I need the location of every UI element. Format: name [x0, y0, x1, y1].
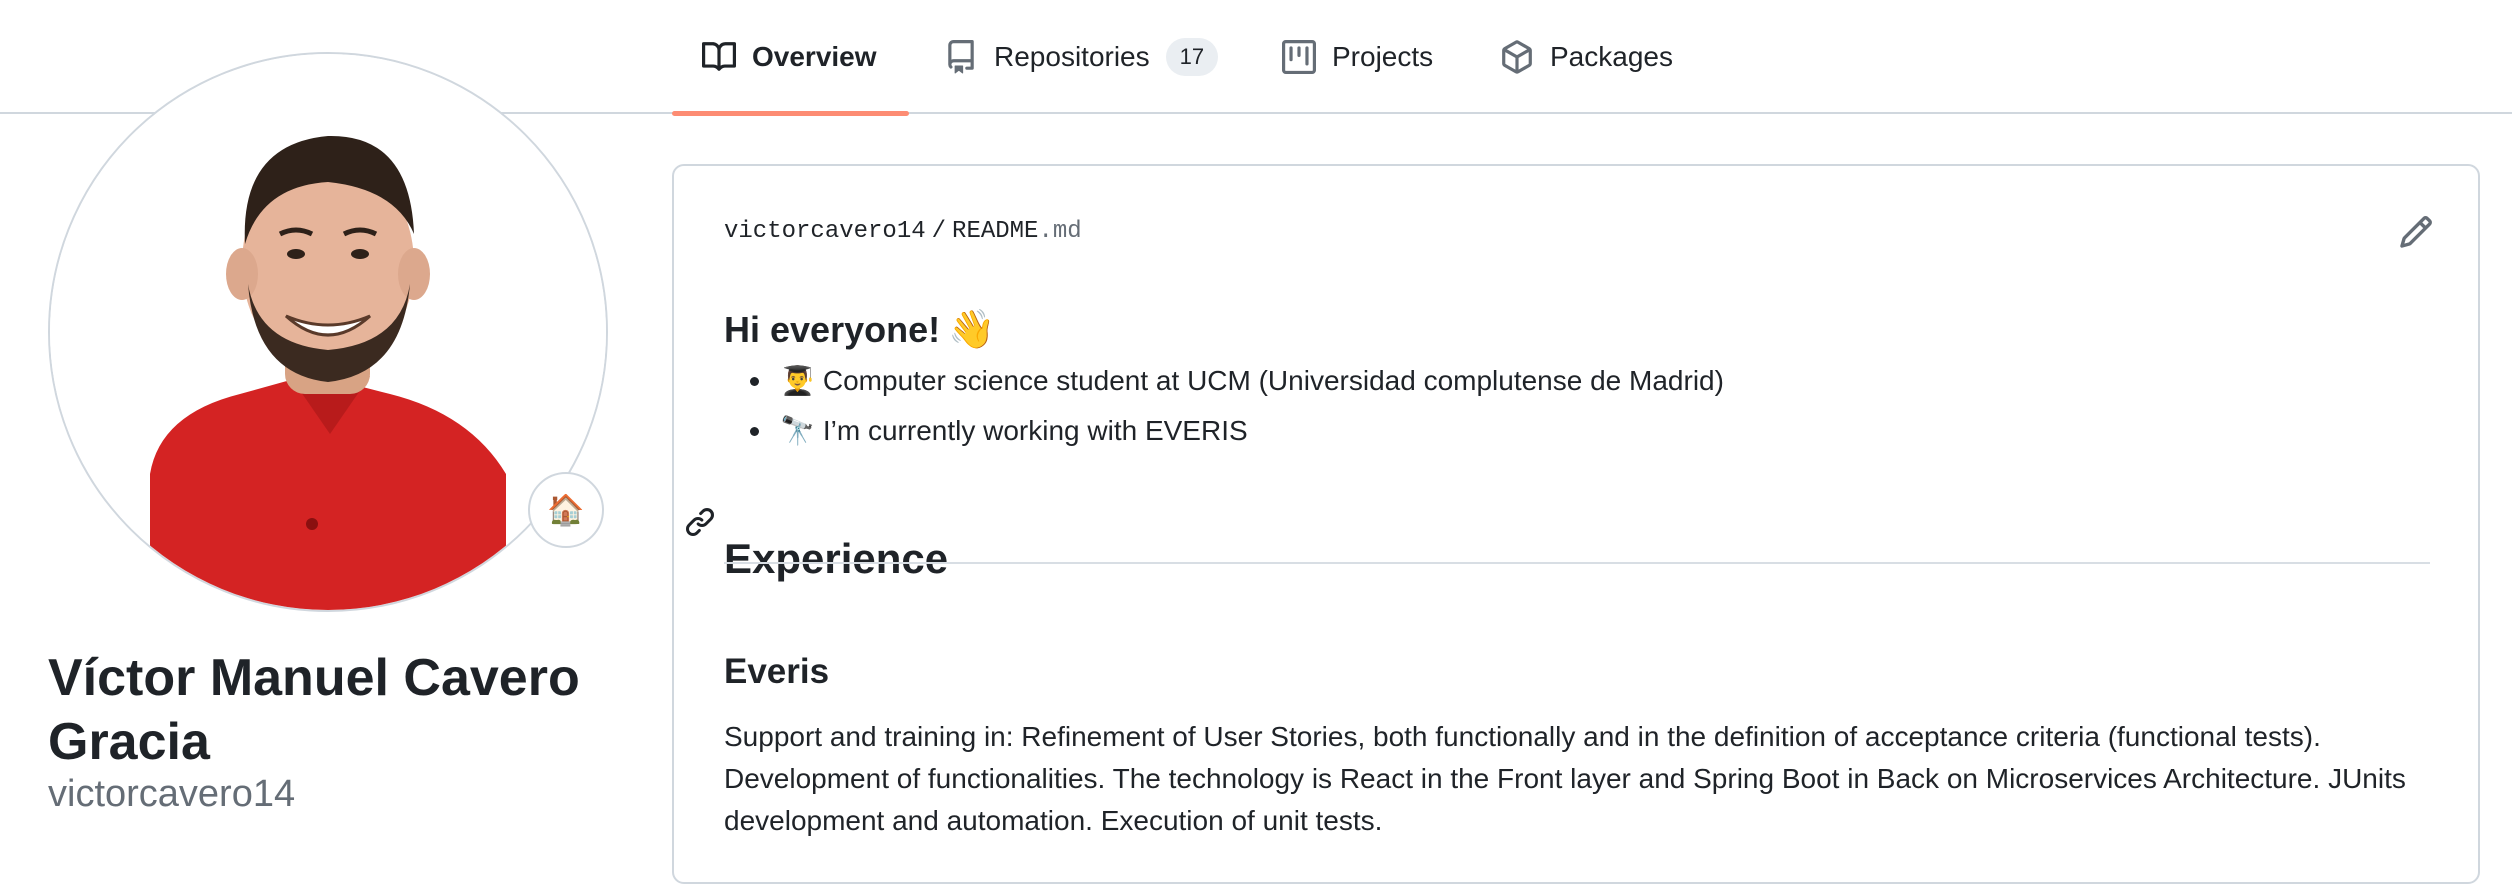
readme-intro-list: 👨‍🎓 Computer science student at UCM (Uni…: [724, 356, 1724, 456]
status-emoji-button[interactable]: 🏠: [528, 472, 604, 548]
edit-readme-button[interactable]: [2398, 214, 2434, 250]
avatar-photo: [50, 54, 606, 610]
tab-repositories[interactable]: Repositories 17: [944, 0, 1219, 114]
avatar[interactable]: [48, 52, 608, 612]
package-icon: [1500, 40, 1534, 74]
list-item-text: I’m currently working with EVERIS: [822, 415, 1248, 446]
repositories-count-badge: 17: [1165, 38, 1219, 76]
readme-owner-link[interactable]: victorcavero14: [724, 218, 926, 245]
tab-repositories-label: Repositories: [994, 41, 1150, 72]
list-item: 🔭 I’m currently working with EVERIS: [724, 406, 1724, 456]
breadcrumb-separator: /: [931, 218, 947, 245]
experience-heading: Experience: [724, 534, 949, 582]
active-tab-underline: [672, 111, 909, 116]
repo-icon: [944, 40, 978, 74]
readme-card: victorcavero14/README.md Hi everyone! 👋 …: [672, 164, 2480, 884]
link-icon: [685, 507, 715, 537]
readme-breadcrumb: victorcavero14/README.md: [724, 218, 1082, 245]
list-item: 👨‍🎓 Computer science student at UCM (Uni…: [724, 356, 1724, 406]
house-icon: 🏠: [547, 493, 585, 527]
readme-file-extension: .md: [1038, 218, 1082, 245]
tab-overview[interactable]: Overview: [672, 0, 909, 116]
tab-packages-label: Packages: [1550, 41, 1673, 72]
readme-filename-link[interactable]: README: [952, 218, 1038, 245]
telescope-icon: 🔭: [780, 415, 815, 446]
readme-greeting-heading: Hi everyone! 👋: [724, 308, 995, 352]
list-item-text: Computer science student at UCM (Univers…: [822, 365, 1724, 396]
heading-anchor-link[interactable]: [684, 506, 716, 538]
company-heading: Everis: [724, 652, 830, 691]
pencil-icon: [2400, 216, 2432, 248]
tab-packages[interactable]: Packages: [1500, 0, 1673, 114]
heading-divider: [724, 562, 2430, 564]
student-icon: 👨‍🎓: [780, 365, 815, 396]
tab-overview-label: Overview: [752, 41, 877, 72]
profile-username: victorcavero14: [48, 773, 296, 815]
book-icon: [702, 40, 736, 74]
greeting-text: Hi everyone!: [724, 308, 941, 350]
project-icon: [1282, 40, 1316, 74]
experience-description: Support and training in: Refinement of U…: [724, 721, 2406, 836]
profile-full-name: Víctor Manuel Cavero Gracia: [48, 649, 580, 771]
waving-hand-icon: 👋: [948, 308, 996, 351]
tab-projects-label: Projects: [1332, 41, 1434, 72]
tab-projects[interactable]: Projects: [1282, 0, 1433, 114]
